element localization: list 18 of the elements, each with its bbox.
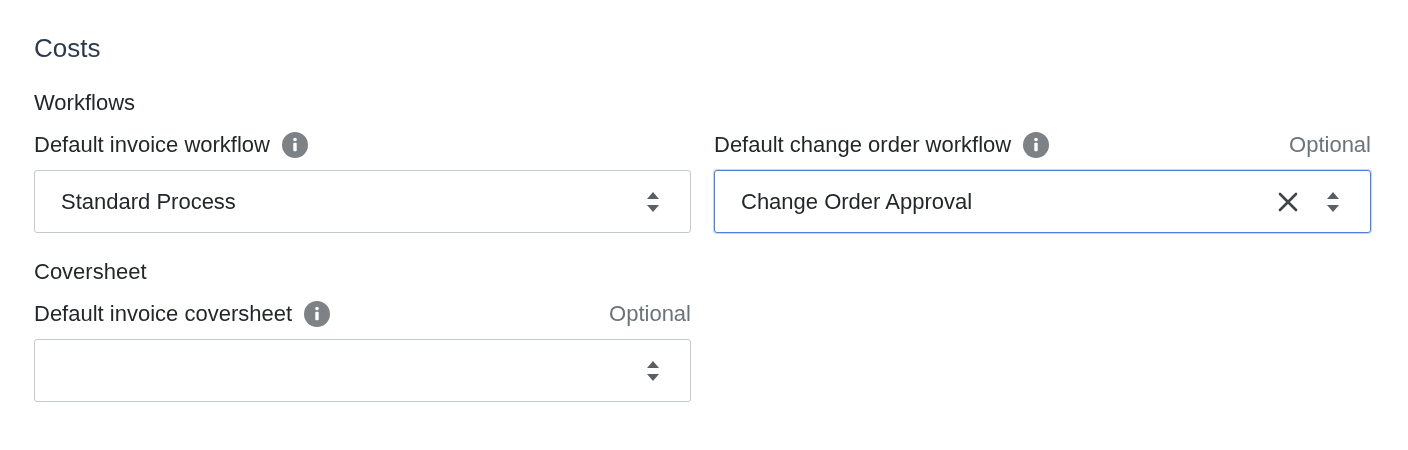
sort-caret-icon: [646, 359, 660, 382]
select-field[interactable]: Change Order Approval: [714, 170, 1371, 233]
sort-caret-icon: [646, 190, 660, 213]
field-label: Default change order workflow: [714, 132, 1012, 158]
optional-label: Optional: [1289, 132, 1371, 158]
section-title: Costs: [34, 32, 102, 65]
info-icon[interactable]: [304, 301, 331, 327]
select-field[interactable]: Standard Process: [34, 170, 691, 233]
field-label: Default invoice coversheet: [34, 301, 293, 327]
info-icon[interactable]: [282, 132, 308, 158]
subsection-heading: Coversheet: [34, 258, 148, 286]
info-icon[interactable]: [1023, 132, 1050, 158]
subsection-heading: Workflows: [34, 89, 137, 117]
optional-label: Optional: [609, 301, 691, 327]
sort-caret-icon: [1326, 190, 1340, 213]
field-label: Default invoice workflow: [34, 132, 270, 158]
select-field[interactable]: [34, 339, 691, 402]
close-icon[interactable]: [1278, 191, 1298, 212]
